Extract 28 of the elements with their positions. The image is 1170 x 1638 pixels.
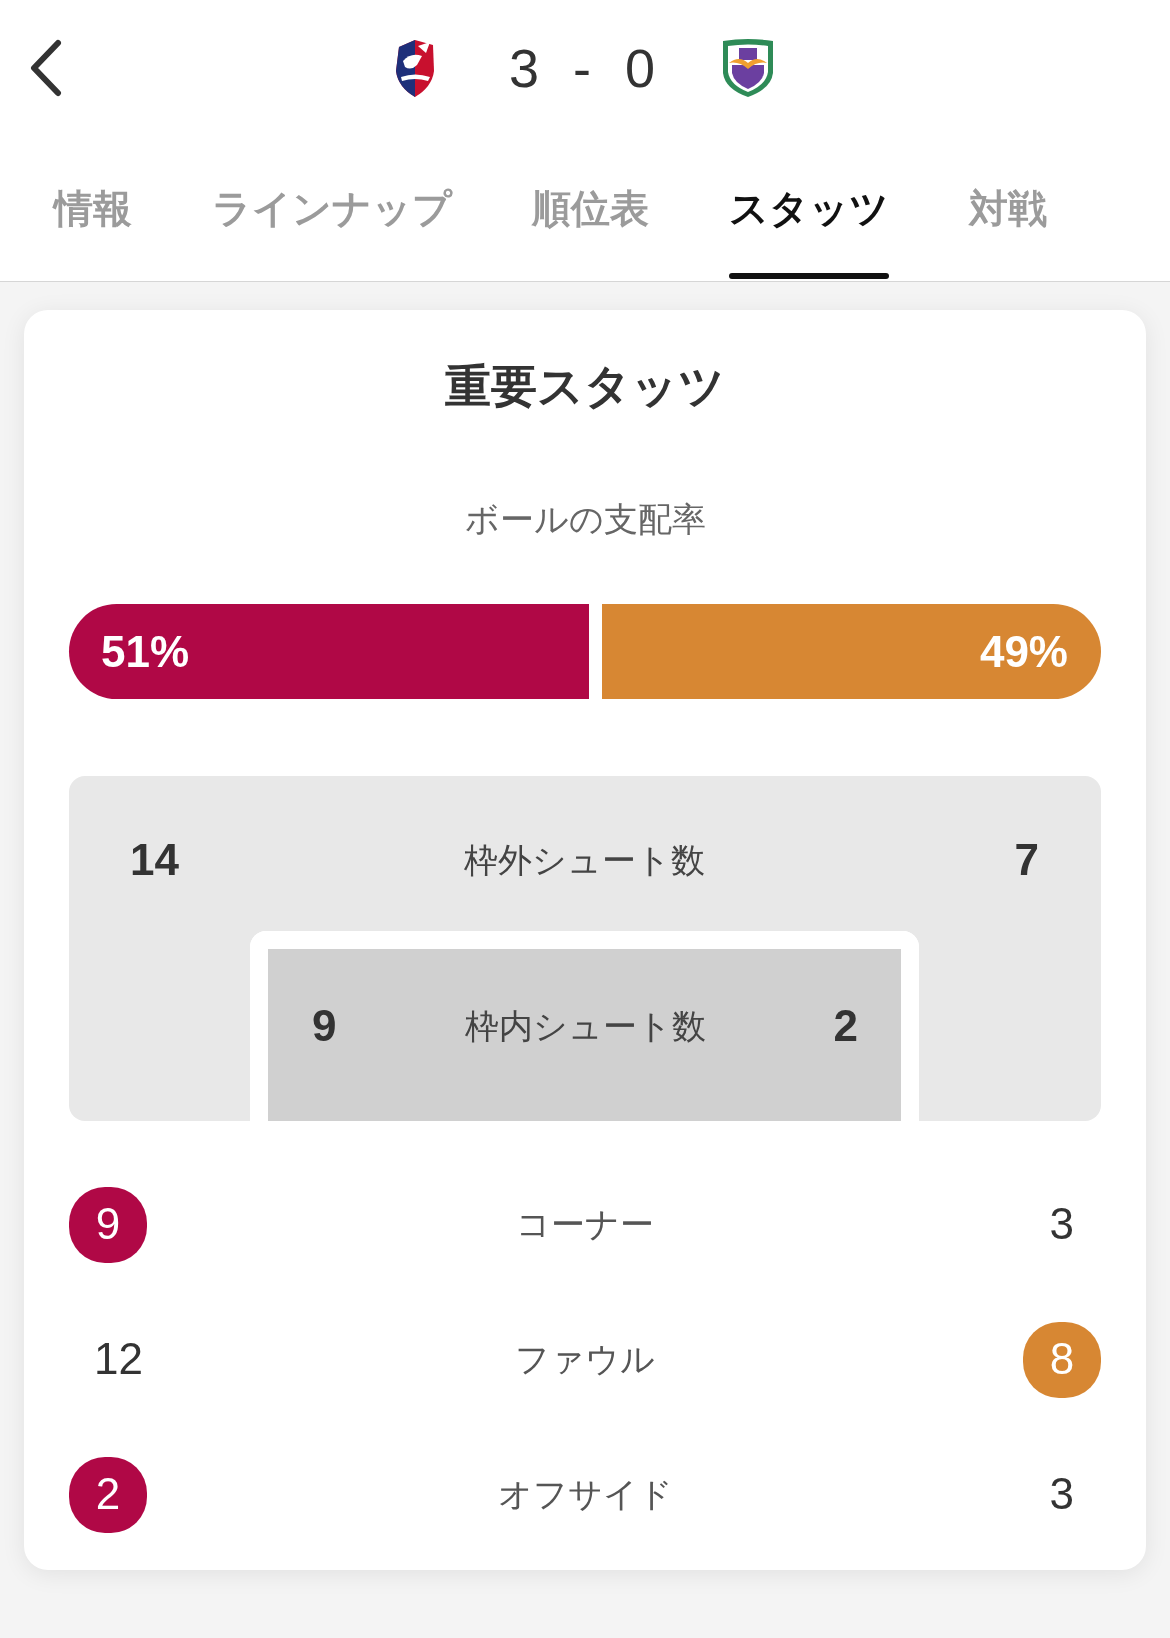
stat-value-badge: 8 (1023, 1321, 1101, 1398)
tab[interactable]: 対戦 (969, 136, 1047, 281)
tab[interactable]: スタッツ (729, 136, 889, 281)
tab[interactable]: ラインナップ (212, 136, 452, 281)
stat-value-badge: 2 (69, 1456, 147, 1533)
possession-label: ボールの支配率 (463, 499, 707, 540)
stat-label: 枠外シュート数 (464, 839, 705, 881)
possession-value: 51% (101, 626, 190, 677)
away-score: 0 (625, 41, 656, 95)
score-separator: - (573, 41, 591, 95)
possession-value: 49% (979, 626, 1068, 677)
stat-value-badge: 9 (69, 1186, 147, 1263)
card-title: 重要スタッツ (444, 359, 726, 414)
stat-label: コーナー (516, 1204, 654, 1245)
tab[interactable]: 順位表 (532, 136, 649, 281)
stat-label: 枠内シュート数 (464, 1005, 706, 1047)
stat-value: 3 (1049, 1200, 1074, 1249)
stat-label: ファウル (515, 1339, 655, 1380)
home-score: 3 (508, 41, 539, 95)
stat-value: 12 (94, 1335, 143, 1384)
stat-value: 2 (833, 1001, 858, 1051)
stat-value: 7 (1014, 835, 1039, 885)
tab[interactable]: 情報 (54, 136, 132, 281)
stat-value: 3 (1049, 1470, 1074, 1519)
back-icon[interactable] (28, 39, 64, 97)
stat-value: 14 (130, 835, 179, 885)
stat-label: オフサイド (497, 1474, 673, 1515)
stat-value: 9 (312, 1001, 337, 1051)
